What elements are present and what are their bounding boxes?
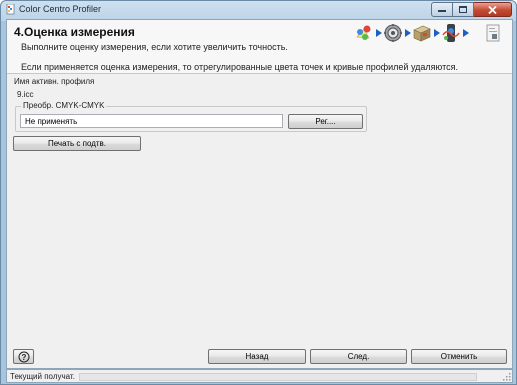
- back-button[interactable]: Назад: [208, 349, 306, 364]
- step-note: Если применяется оценка измерения, то от…: [21, 62, 458, 72]
- app-window: Color Centro Profiler 4.Оценка измерения…: [0, 0, 517, 385]
- cmyk-conversion-field[interactable]: Не применять: [20, 114, 283, 128]
- window-controls: [431, 2, 512, 17]
- maximize-icon: [459, 6, 467, 13]
- resize-grip-icon[interactable]: [502, 372, 511, 381]
- maximize-button[interactable]: [453, 2, 474, 17]
- step-header: 4.Оценка измерения Выполните оценку изме…: [7, 20, 512, 74]
- step-arrow-icon: [403, 23, 412, 43]
- adjust-button[interactable]: Рег....: [288, 114, 363, 129]
- cmyk-group-label: Преобр. CMYK-CMYK: [21, 101, 107, 110]
- cancel-button[interactable]: Отменить: [411, 349, 507, 364]
- printer-box-icon: [412, 23, 432, 43]
- status-bar: Текущий получат.: [6, 369, 513, 383]
- step-arrow-icon: [461, 23, 470, 43]
- print-color-icon: [354, 23, 374, 43]
- page-title: 4.Оценка измерения: [14, 25, 135, 39]
- minimize-button[interactable]: [431, 2, 453, 17]
- print-with-confirmation-button[interactable]: Печать с подтв.: [13, 136, 141, 151]
- help-button[interactable]: ?: [13, 349, 34, 364]
- app-icon: [6, 4, 15, 15]
- next-button[interactable]: След.: [310, 349, 407, 364]
- wizard-steps: [354, 22, 503, 44]
- profile-evaluation-icon: [441, 23, 461, 43]
- help-icon: ?: [18, 351, 29, 362]
- cmyk-conversion-group: Преобр. CMYK-CMYK Не применять Рег....: [15, 101, 367, 132]
- svg-text:?: ?: [21, 353, 26, 362]
- step-description: Выполните оценку измерения, если хотите …: [21, 42, 288, 52]
- close-icon: [488, 5, 497, 14]
- step-arrow-icon: [374, 23, 383, 43]
- document-save-icon: [483, 23, 503, 43]
- window-title: Color Centro Profiler: [19, 4, 102, 14]
- status-progress-bar: [79, 373, 477, 381]
- active-profile-label: Имя активн. профиля: [14, 77, 95, 86]
- status-text: Текущий получат.: [10, 372, 75, 381]
- minimize-icon: [438, 9, 446, 12]
- title-bar[interactable]: Color Centro Profiler: [1, 1, 516, 19]
- active-profile-value: 9.icc: [17, 90, 34, 99]
- step-arrow-icon: [432, 23, 441, 43]
- client-area: 4.Оценка измерения Выполните оценку изме…: [6, 19, 513, 369]
- close-button[interactable]: [474, 2, 512, 17]
- measurement-settings-icon: [383, 23, 403, 43]
